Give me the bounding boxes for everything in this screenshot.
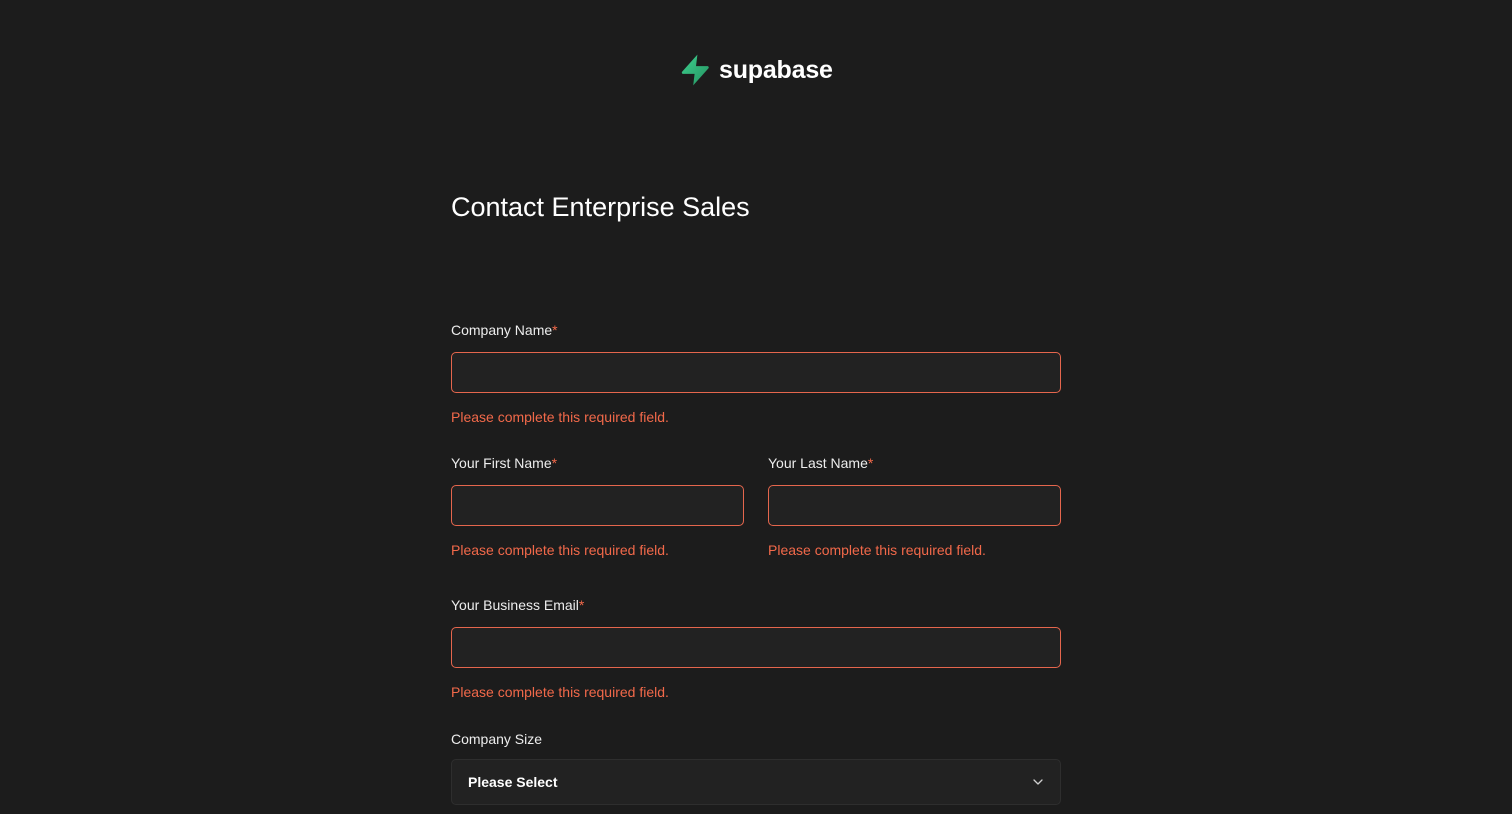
required-marker: * <box>551 455 558 471</box>
last-name-error: Please complete this required field. <box>768 542 986 558</box>
business-email-label: Your Business Email* <box>451 597 585 613</box>
business-email-field: Your Business Email* Please complete thi… <box>451 596 1061 701</box>
required-marker: * <box>578 597 585 613</box>
required-marker: * <box>867 455 874 471</box>
last-name-field: Your Last Name* Please complete this req… <box>768 454 1061 559</box>
company-name-field: Company Name* Please complete this requi… <box>451 321 1061 426</box>
last-name-label: Your Last Name* <box>768 455 874 471</box>
business-email-input[interactable] <box>451 627 1061 668</box>
page-title: Contact Enterprise Sales <box>451 192 750 222</box>
company-size-select[interactable]: Please Select <box>451 759 1061 805</box>
first-name-error: Please complete this required field. <box>451 542 669 558</box>
company-name-error: Please complete this required field. <box>451 409 669 425</box>
company-size-field: Company Size Please Select <box>451 730 1061 805</box>
last-name-input[interactable] <box>768 485 1061 526</box>
company-size-selected-value: Please Select <box>468 774 558 790</box>
first-name-input[interactable] <box>451 485 744 526</box>
first-name-label: Your First Name* <box>451 455 558 471</box>
company-name-input[interactable] <box>451 352 1061 393</box>
chevron-down-icon <box>1033 779 1043 785</box>
supabase-bolt-icon <box>681 54 709 86</box>
company-name-label: Company Name* <box>451 322 558 338</box>
brand-name: supabase <box>719 56 833 84</box>
first-name-field: Your First Name* Please complete this re… <box>451 454 744 559</box>
company-size-label: Company Size <box>451 731 543 747</box>
required-marker: * <box>552 322 558 338</box>
contact-sales-page: supabase Contact Enterprise Sales Compan… <box>0 0 1512 814</box>
supabase-logo[interactable]: supabase <box>680 54 833 86</box>
business-email-error: Please complete this required field. <box>451 684 669 700</box>
